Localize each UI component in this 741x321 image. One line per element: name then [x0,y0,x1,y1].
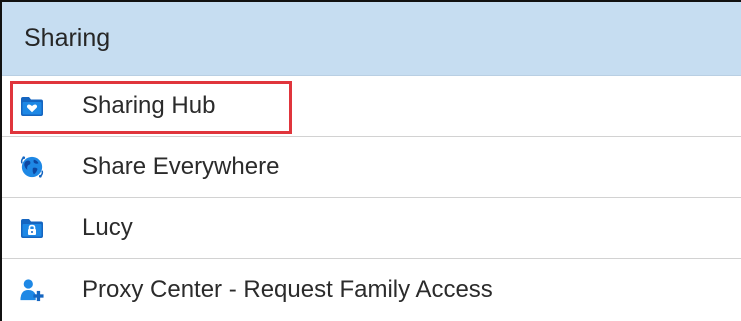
menu-item-label: Sharing Hub [82,92,216,119]
panel-title: Sharing [24,24,111,52]
panel-header: Sharing [2,2,741,76]
menu-item-lucy[interactable]: Lucy [2,198,741,259]
globe-icon [20,155,44,179]
folder-heart-icon [20,94,44,118]
menu-item-share-everywhere[interactable]: Share Everywhere [2,137,741,198]
menu-item-label: Share Everywhere [82,153,280,180]
menu-item-label: Lucy [82,214,133,241]
menu-item-label: Proxy Center - Request Family Access [82,275,493,303]
sharing-panel: Sharing Sharing Hub Share Everywhere Luc… [0,0,741,321]
person-add-icon [20,278,44,302]
sharing-menu-list: Sharing Hub Share Everywhere Lucy Proxy … [2,76,741,320]
folder-lock-icon [20,216,44,240]
menu-item-proxy-center[interactable]: Proxy Center - Request Family Access [2,259,741,320]
menu-item-sharing-hub[interactable]: Sharing Hub [2,76,741,137]
